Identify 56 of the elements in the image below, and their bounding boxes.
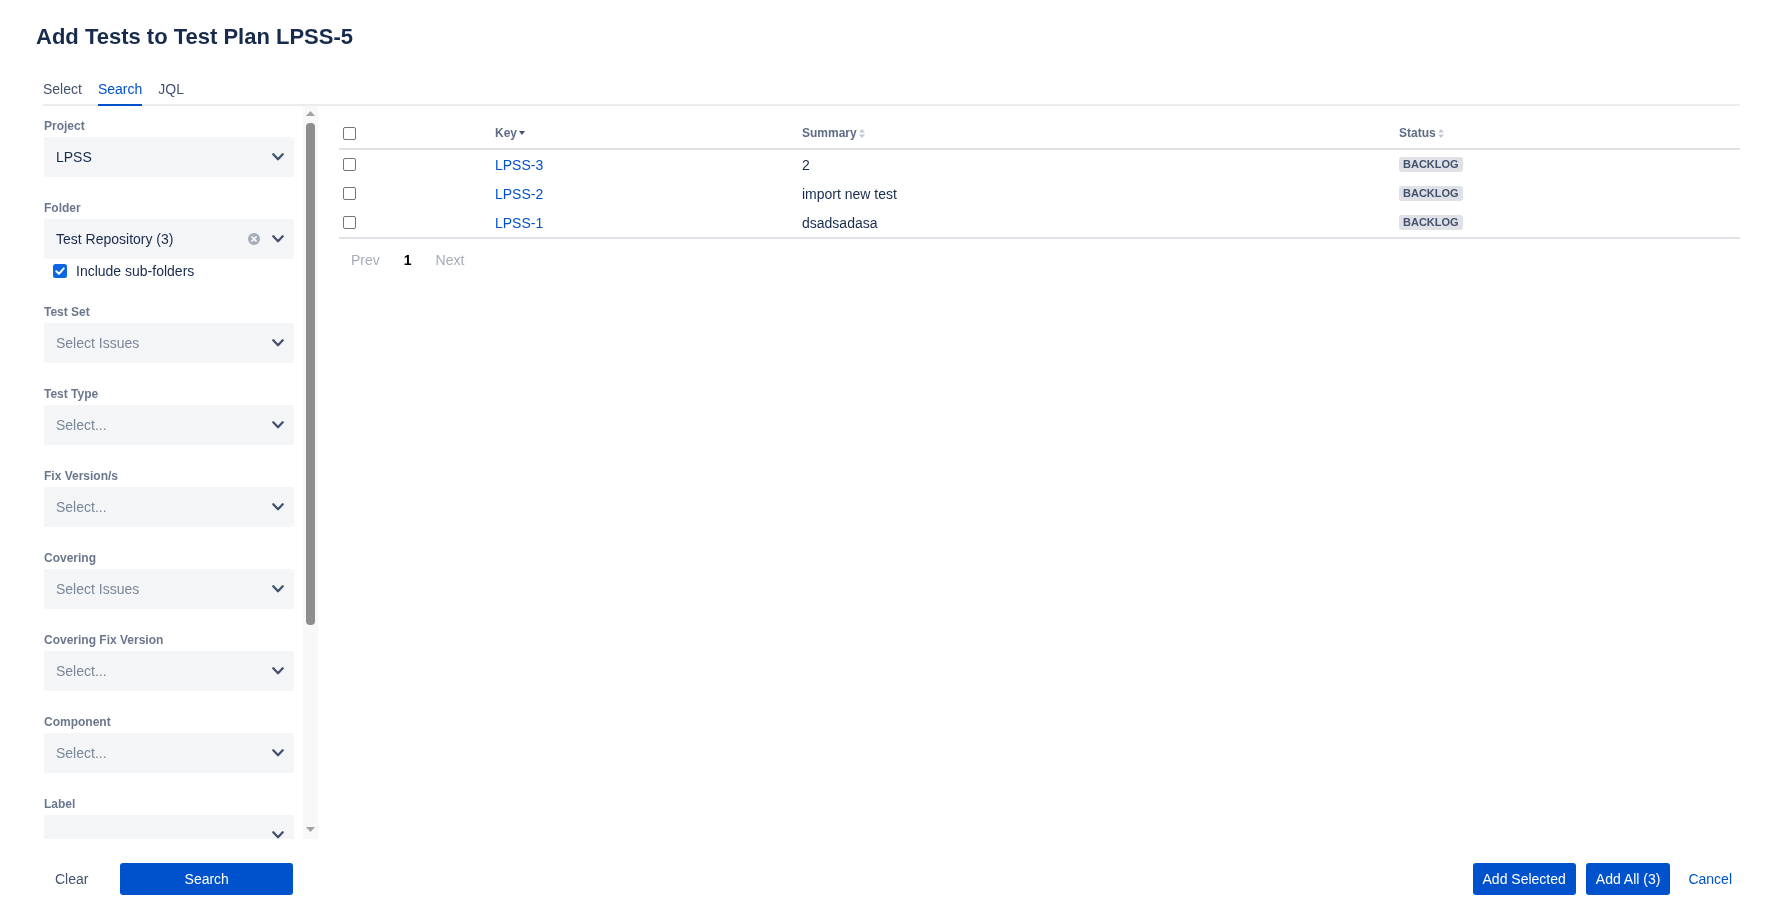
status-lozenge: BACKLOG [1399,186,1463,201]
page-number-button[interactable]: 1 [391,250,424,270]
sort-descending-icon[interactable] [519,131,525,135]
chevron-down-icon[interactable] [272,585,284,593]
field-label: Fix Version/s [44,468,119,484]
checkbox[interactable] [53,264,67,278]
checkbox[interactable] [343,158,356,171]
select-field[interactable]: Select Issues [44,323,294,363]
issue-key-link[interactable]: LPSS-1 [495,214,544,231]
column-header[interactable]: Status [1399,126,1436,140]
checkbox[interactable] [343,187,356,200]
field-label: Component [44,714,111,730]
field-label: Project [44,118,85,134]
checkbox-label[interactable]: Include sub-folders [76,263,195,279]
field-label: Covering [44,550,96,566]
issue-key-link[interactable]: LPSS-2 [495,185,544,202]
status-lozenge: BACKLOG [1399,157,1463,172]
select-field[interactable]: Select... [44,651,294,691]
tab[interactable]: JQL [158,78,184,106]
status-lozenge: BACKLOG [1399,215,1463,230]
field-label: Test Set [44,304,90,320]
field-label: Label [44,796,76,812]
summary-cell: import new test [802,185,897,202]
chevron-down-icon[interactable] [272,153,284,161]
tab[interactable]: Select [43,78,82,106]
column-header[interactable]: Summary [802,126,857,140]
select-field[interactable]: Test Repository (3) [44,219,294,259]
chevron-down-icon[interactable] [272,831,284,839]
select-field[interactable]: Select... [44,733,294,773]
issue-key-link[interactable]: LPSS-3 [495,156,544,173]
chevron-down-icon[interactable] [272,749,284,757]
tab[interactable]: Search [97,78,143,106]
select-field[interactable]: LPSS [44,137,294,177]
chevron-down-icon[interactable] [272,235,284,243]
select-field[interactable]: Select... [44,487,294,527]
column-header[interactable]: Key [495,126,517,140]
chevron-down-icon[interactable] [272,339,284,347]
cancel-link[interactable]: Cancel [1680,863,1740,895]
action-button[interactable]: Add All (3) [1585,863,1671,895]
dialog-title: Add Tests to Test Plan LPSS-5 [36,23,353,51]
summary-cell: 2 [802,156,810,173]
scrollbar-thumb[interactable] [306,123,315,625]
checkbox[interactable] [343,126,356,140]
chevron-down-icon[interactable] [272,503,284,511]
field-label: Covering Fix Version [44,632,164,648]
action-button[interactable]: Search [120,863,293,895]
field-label: Test Type [44,386,99,402]
select-field[interactable]: Select... [44,405,294,445]
select-field[interactable]: Select Issues [44,569,294,609]
summary-cell: dsadsadasa [802,214,878,231]
action-button[interactable]: Clear [43,863,101,895]
checkbox[interactable] [343,216,356,229]
chevron-down-icon[interactable] [272,421,284,429]
chevron-down-icon[interactable] [272,667,284,675]
action-button[interactable]: Add Selected [1472,863,1576,895]
field-label: Folder [44,200,81,216]
